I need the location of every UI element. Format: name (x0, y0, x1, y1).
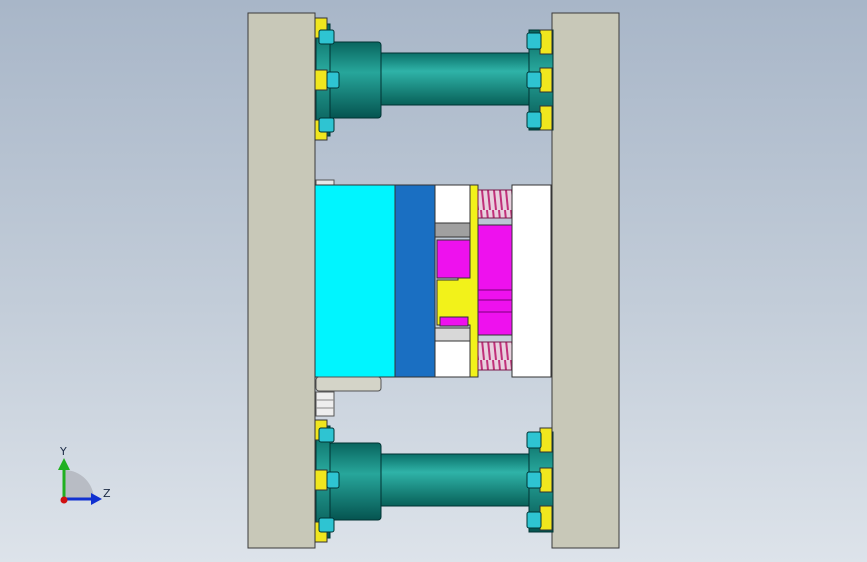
core-plate[interactable] (394, 184, 436, 378)
support-pin-bottom (315, 391, 335, 417)
ejector-insert-bottom (439, 316, 469, 327)
guide-strip-bottom (434, 327, 471, 342)
guide-strip-top (434, 222, 471, 238)
triad-base-arc (64, 470, 94, 500)
cavity-plate[interactable] (314, 184, 396, 378)
spacer-block-bottom (434, 340, 471, 378)
bottom-tie-bar-rod (379, 453, 531, 507)
sprue-bushing (315, 376, 382, 392)
ejector-insert-top (436, 239, 471, 279)
triad-y-label: Y (59, 445, 67, 458)
mold-assembly[interactable] (314, 179, 552, 417)
bottom-right-bolts[interactable] (526, 427, 553, 531)
support-plate[interactable] (511, 184, 552, 378)
return-spring-bottom (477, 341, 513, 371)
top-tie-bar-rod (379, 52, 531, 106)
ejector-plate[interactable] (477, 224, 513, 336)
coordinate-triad: Y Z (58, 445, 111, 505)
return-spring-top (477, 189, 513, 219)
cad-viewport[interactable]: Y Z (0, 0, 867, 562)
top-tie-bar[interactable] (315, 23, 554, 137)
spacer-block-top (434, 184, 471, 224)
right-clamp-plate[interactable] (551, 12, 620, 549)
triad-z-label: Z (103, 487, 111, 500)
top-right-bolts[interactable] (526, 29, 553, 131)
left-clamp-plate[interactable] (247, 12, 316, 549)
bottom-tie-bar[interactable] (315, 425, 554, 539)
top-left-bolts[interactable] (314, 17, 340, 141)
x-axis-dot (60, 496, 68, 504)
bottom-left-bolts[interactable] (314, 419, 340, 543)
